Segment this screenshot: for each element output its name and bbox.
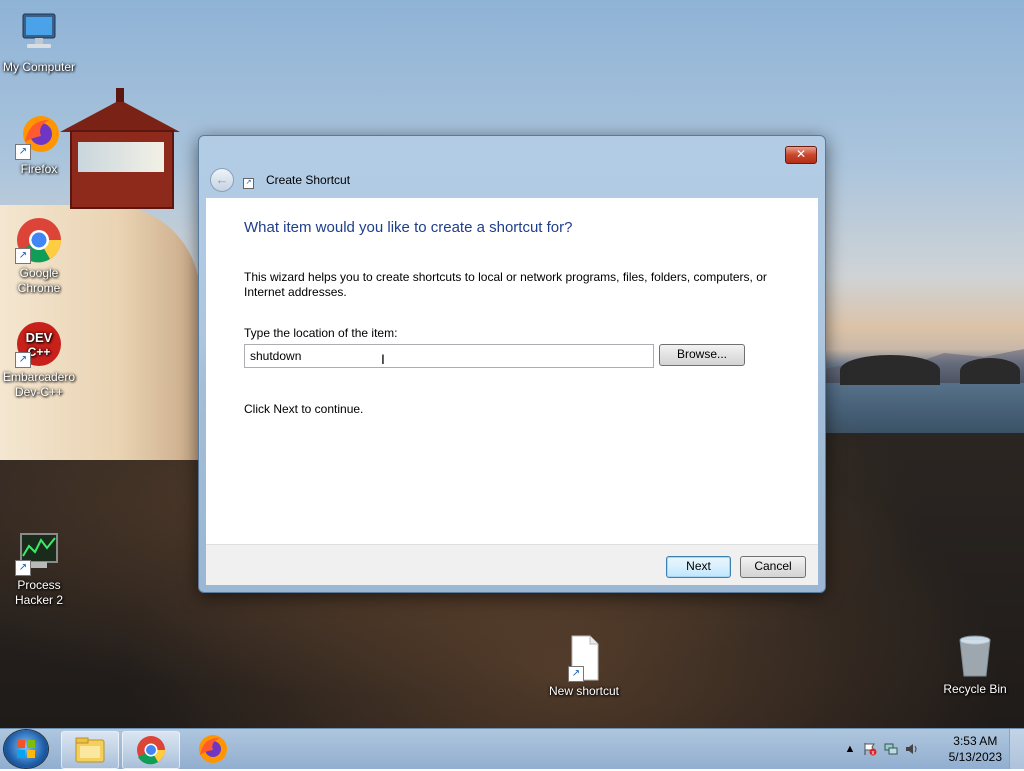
clock[interactable]: 3:53 AM 5/13/2023 — [949, 733, 1002, 765]
desktop-icon-dev-cpp[interactable]: DEV C++ ↗ Embarcadero Dev-C++ — [1, 320, 77, 400]
lighthouse-roof — [60, 100, 180, 132]
blank-file-icon: ↗ — [560, 634, 608, 682]
next-button[interactable]: Next — [666, 556, 731, 578]
shortcut-arrow-icon: ↗ — [15, 144, 31, 160]
taskbar: ▲ x 3:53 AM 5/13/2023 — [0, 728, 1024, 769]
desktop-icon-label: My Computer — [2, 60, 76, 74]
desktop-icon-label: Firefox — [20, 162, 58, 176]
dialog-title: Create Shortcut — [266, 173, 351, 187]
svg-text:DEV: DEV — [26, 330, 53, 345]
desktop-icon-my-computer[interactable]: My Computer — [1, 10, 77, 75]
wizard-description: This wizard helps you to create shortcut… — [244, 270, 767, 299]
svg-text:x: x — [872, 751, 875, 757]
location-label: Type the location of the item: — [244, 326, 398, 340]
taskbar-item-file-explorer[interactable] — [61, 731, 119, 769]
clock-time: 3:53 AM — [953, 734, 998, 748]
shortcut-arrow-icon: ↗ — [243, 178, 254, 189]
computer-icon — [15, 10, 63, 58]
lighthouse-tip — [116, 88, 124, 102]
dialog-footer: Next Cancel — [206, 544, 818, 585]
dialog-body: What item would you like to create a sho… — [206, 198, 818, 544]
start-button[interactable] — [4, 730, 48, 768]
show-hidden-icons-icon[interactable]: ▲ — [843, 742, 857, 756]
desktop-icon-process-hacker[interactable]: ↗ Process Hacker 2 — [1, 528, 77, 608]
desktop-icon-label: Embarcadero Dev-C++ — [2, 370, 76, 399]
system-tray: ▲ x 3:53 AM 5/13/2023 — [839, 729, 1024, 769]
desktop-icon-google-chrome[interactable]: ↗ Google Chrome — [1, 216, 77, 296]
location-input[interactable] — [244, 344, 654, 368]
desktop-icon-recycle-bin[interactable]: Recycle Bin — [937, 632, 1013, 697]
page-heading: What item would you like to create a sho… — [244, 219, 573, 236]
desktop: My Computer ↗ Firefox ↗ Google Chrome DE… — [0, 0, 1024, 728]
desktop-icon-label: Google Chrome — [17, 266, 61, 295]
action-center-flag-icon[interactable]: x — [863, 742, 877, 757]
network-icon[interactable] — [884, 742, 898, 756]
taskbar-item-chrome[interactable] — [122, 731, 180, 769]
recycle-bin-icon — [951, 632, 999, 680]
desktop-icon-label: Process Hacker 2 — [14, 578, 64, 607]
continue-hint: Click Next to continue. — [244, 402, 364, 416]
volume-icon[interactable] — [905, 742, 919, 756]
show-desktop-button[interactable] — [1009, 729, 1024, 769]
svg-text:C++: C++ — [28, 345, 51, 359]
cancel-button[interactable]: Cancel — [740, 556, 806, 578]
create-shortcut-dialog: ✕ ← ↗ Create Shortcut What item would yo… — [198, 135, 826, 593]
desktop-icon-label: Recycle Bin — [943, 682, 1007, 696]
browse-button[interactable]: Browse... — [659, 344, 745, 366]
firefox-icon — [199, 735, 227, 763]
chrome-icon — [137, 736, 165, 765]
desktop-icon-firefox[interactable]: ↗ Firefox — [1, 112, 77, 177]
process-hacker-icon: ↗ — [15, 528, 63, 576]
chrome-icon: ↗ — [15, 216, 63, 264]
shortcut-arrow-icon: ↗ — [568, 666, 584, 682]
desktop-icon-new-shortcut[interactable]: ↗ New shortcut — [546, 634, 622, 699]
lighthouse-lamp — [70, 130, 174, 209]
file-explorer-icon — [75, 737, 105, 763]
text-cursor-icon: I — [381, 351, 385, 367]
taskbar-item-firefox[interactable] — [184, 731, 240, 767]
clock-date: 5/13/2023 — [948, 750, 1002, 764]
back-arrow-icon[interactable]: ← — [210, 168, 234, 192]
desktop-icon-label: New shortcut — [548, 684, 620, 698]
windows-logo-icon — [17, 740, 35, 758]
shortcut-arrow-icon: ↗ — [15, 560, 31, 576]
shortcut-arrow-icon: ↗ — [15, 352, 31, 368]
shortcut-arrow-icon: ↗ — [15, 248, 31, 264]
dev-cpp-icon: DEV C++ ↗ — [15, 320, 63, 368]
close-button[interactable]: ✕ — [785, 146, 817, 164]
firefox-icon: ↗ — [15, 112, 63, 160]
